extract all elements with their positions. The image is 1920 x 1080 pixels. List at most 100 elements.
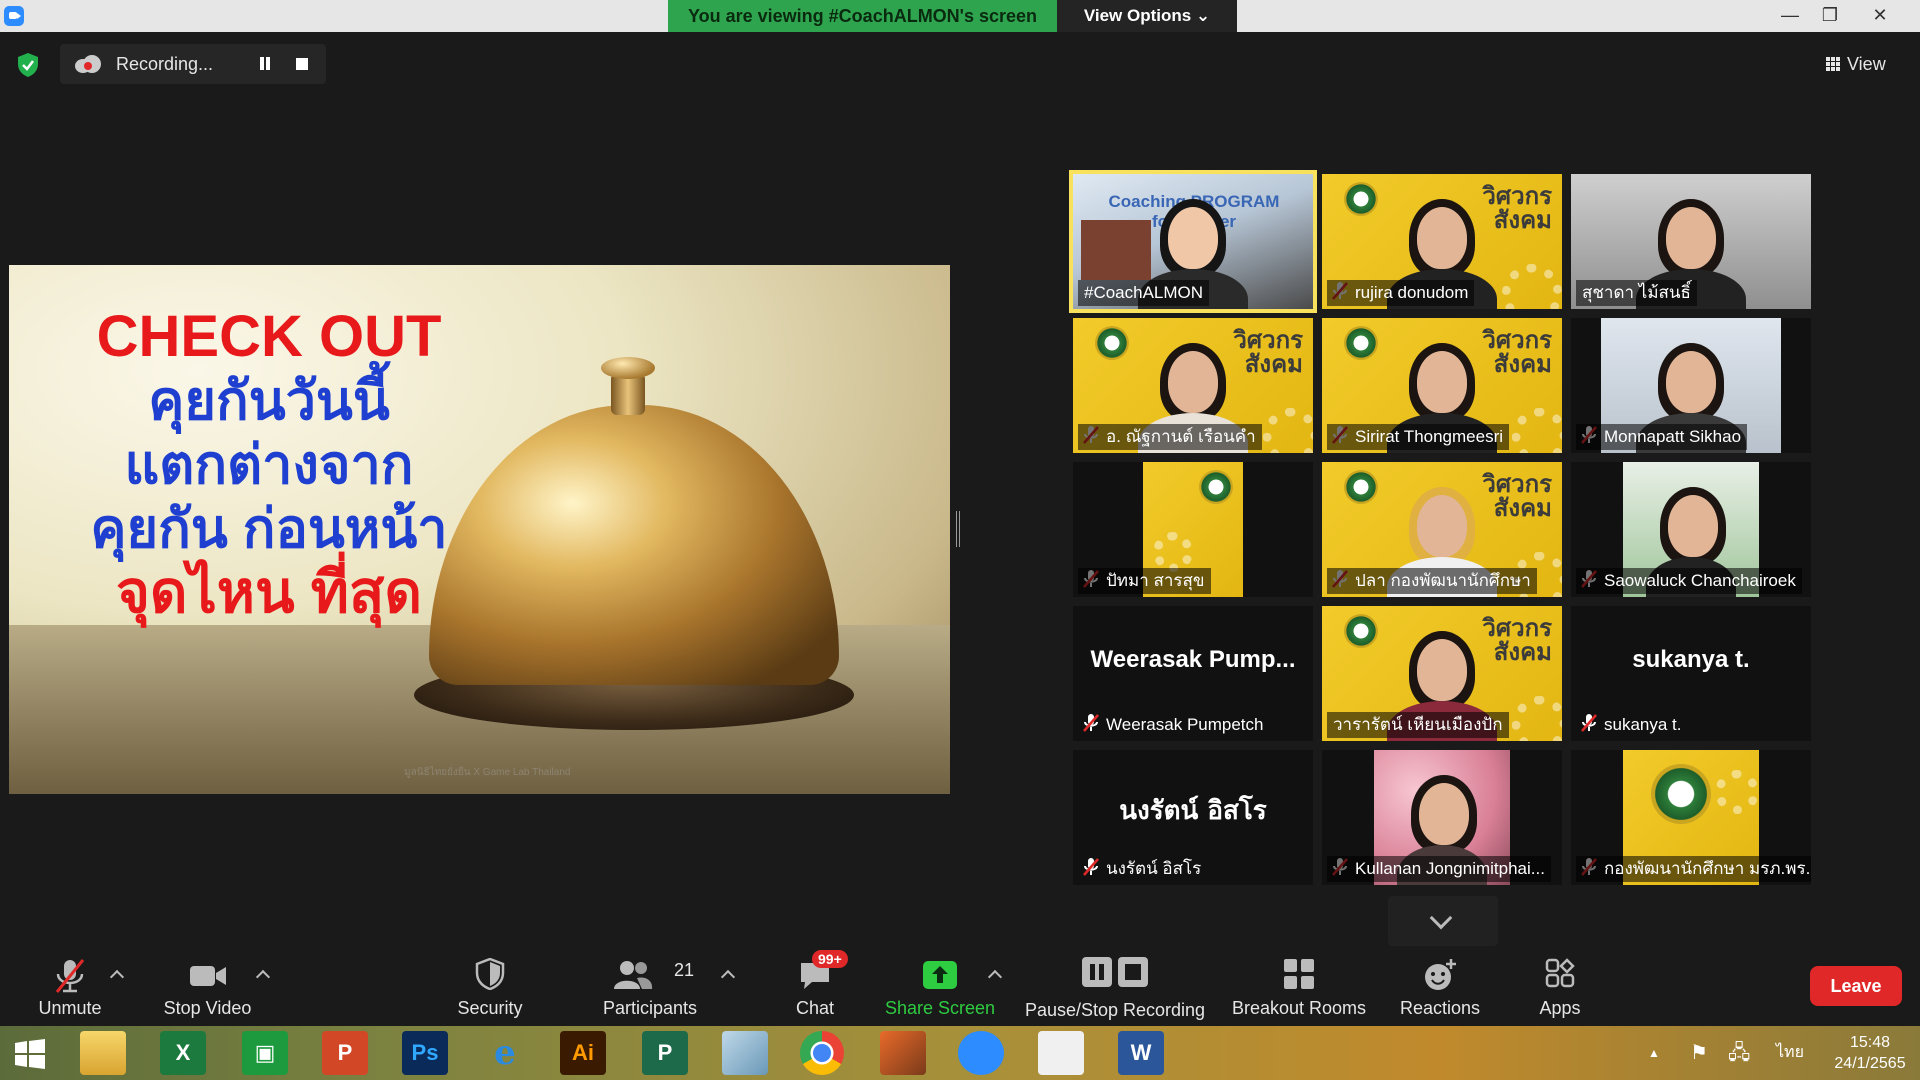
video-tile-kullanan[interactable]: Kullanan Jongnimitphai...	[1322, 750, 1562, 885]
excel-icon[interactable]: X	[160, 1031, 206, 1075]
video-tile-nattakarn[interactable]: วิศวกรสังคม อ. ณัฐกานต์ เรือนคำ	[1073, 318, 1313, 453]
windows-start-icon[interactable]	[14, 1038, 46, 1070]
system-clock[interactable]: 15:48 24/1/2565	[1830, 1032, 1910, 1074]
apps-label: Apps	[1539, 998, 1581, 1018]
meeting-toolbar: Unmute Stop Video Security Participants …	[0, 946, 1920, 1026]
video-tile-sirirat[interactable]: วิศวกรสังคม Sirirat Thongmeesri	[1322, 318, 1562, 453]
paint-app-icon[interactable]	[880, 1031, 926, 1075]
slide-text: CHECK OUT คุยกันวันนี้ แตกต่างจาก คุยกัน…	[59, 305, 479, 625]
notification-flag-icon[interactable]: ⚑	[1690, 1026, 1708, 1080]
tile-name: วารารัตน์ เหียนเมืองปัก	[1327, 712, 1509, 738]
university-seal-icon	[1344, 182, 1378, 216]
file-explorer-icon[interactable]	[80, 1031, 126, 1075]
language-indicator[interactable]: ไทย	[1776, 1026, 1804, 1080]
restore-button[interactable]: ❐	[1810, 0, 1850, 30]
share-screen-icon	[923, 961, 957, 989]
notes-app-icon[interactable]	[722, 1031, 768, 1075]
video-tile-suchada[interactable]: สุชาดา ไม้สนธิ์	[1571, 174, 1811, 309]
video-tile-pla[interactable]: วิศวกรสังคม ปลา กองพัฒนานักศึกษา	[1322, 462, 1562, 597]
breakout-rooms-button[interactable]: Breakout Rooms	[1228, 946, 1370, 1026]
video-tile-rujira[interactable]: วิศวกรสังคม rujira donudom	[1322, 174, 1562, 309]
video-tile-monnapatt[interactable]: Monnapatt Sikhao	[1571, 318, 1811, 453]
powerpoint-icon[interactable]: P	[322, 1031, 368, 1075]
view-label: View	[1847, 54, 1886, 74]
university-seal-icon	[1344, 614, 1378, 648]
breakout-rooms-label: Breakout Rooms	[1231, 998, 1367, 1018]
video-tile-wararat[interactable]: วิศวกรสังคม วารารัตน์ เหียนเมืองปัก	[1322, 606, 1562, 741]
gear-icon	[1153, 532, 1193, 572]
leave-button[interactable]: Leave	[1810, 966, 1902, 1006]
encryption-shield-icon[interactable]	[16, 52, 40, 78]
word-icon[interactable]: W	[1118, 1031, 1164, 1075]
minimize-button[interactable]: —	[1770, 0, 1810, 30]
participants-button[interactable]: Participants	[595, 946, 705, 1026]
tile-name: Monnapatt Sikhao	[1576, 424, 1748, 450]
tile-big-name: Weerasak Pump...	[1090, 646, 1296, 673]
zoom-taskbar-icon[interactable]	[958, 1031, 1004, 1075]
bell-knob	[601, 357, 655, 379]
video-tile-pattama[interactable]: ปัทมา สารสุข	[1073, 462, 1313, 597]
university-seal-icon	[1344, 470, 1378, 504]
video-tile-student-affairs[interactable]: กองพัฒนานักศึกษา มรภ.พร...	[1571, 750, 1811, 885]
bell-stem	[611, 373, 645, 415]
tile-name: sukanya t.	[1604, 715, 1682, 734]
clock-time: 15:48	[1849, 1034, 1891, 1051]
gallery-scroll-down-button[interactable]	[1388, 896, 1498, 946]
close-button[interactable]: ✕	[1860, 0, 1900, 30]
tile-name: Kullanan Jongnimitphai...	[1327, 856, 1551, 882]
view-options-button[interactable]: View Options ⌄	[1057, 0, 1237, 32]
video-tile-nongrat[interactable]: นงรัตน์ อิสโร นงรัตน์ อิสโร	[1073, 750, 1313, 885]
video-tile-coachalmon[interactable]: Coaching PROGRAM for Trainer #CoachALMON	[1069, 170, 1317, 313]
slide-line-3: แตกต่างจาก	[124, 435, 414, 495]
tile-name: สุชาดา ไม้สนธิ์	[1576, 280, 1697, 306]
view-button[interactable]: View	[1826, 46, 1906, 82]
pause-recording-icon[interactable]	[256, 55, 274, 73]
security-label: Security	[457, 998, 523, 1018]
viewing-banner: You are viewing #CoachALMON's screen	[668, 0, 1057, 32]
photoshop-icon[interactable]: Ps	[402, 1031, 448, 1075]
split-divider-handle[interactable]	[956, 511, 960, 547]
project-icon[interactable]: P	[642, 1031, 688, 1075]
network-icon[interactable]: 🖧	[1728, 1026, 1750, 1080]
chat-unread-badge: 99+	[812, 950, 848, 968]
participants-caret-icon[interactable]	[720, 969, 736, 985]
tile-name: rujira donudom	[1327, 280, 1475, 306]
tray-expand-icon[interactable]: ▲	[1648, 1026, 1660, 1080]
tile-name: Saowaluck Chanchairoek	[1576, 568, 1802, 594]
tile-name: Weerasak Pumpetch	[1106, 715, 1264, 734]
cloud-recording-icon	[75, 55, 101, 73]
university-seal-icon	[1651, 764, 1711, 824]
apps-button[interactable]: Apps	[1510, 946, 1610, 1026]
slide-line-5: จุดไหน ที่สุด	[115, 560, 423, 625]
video-tile-sukanya[interactable]: sukanya t. sukanya t.	[1571, 606, 1811, 741]
store-icon[interactable]: ▣	[242, 1031, 288, 1075]
pause-stop-recording-button[interactable]: Pause/Stop Recording	[1020, 946, 1210, 1026]
office-app-icon[interactable]	[1038, 1031, 1084, 1075]
video-tile-saowaluck[interactable]: Saowaluck Chanchairoek	[1571, 462, 1811, 597]
recording-indicator: Recording...	[60, 44, 326, 84]
recording-label: Recording...	[116, 54, 214, 74]
university-seal-icon	[1344, 326, 1378, 360]
tile-name: ปัทมา สารสุข	[1078, 568, 1211, 594]
tile-name: ปลา กองพัฒนานักศึกษา	[1327, 568, 1537, 594]
video-tile-weerasak[interactable]: Weerasak Pump... Weerasak Pumpetch	[1073, 606, 1313, 741]
slide-credit: มูลนิธิไทยยั่งยืน X Game Lab Thailand	[404, 767, 571, 778]
participants-count: 21	[674, 960, 695, 980]
unmute-button[interactable]: Unmute	[20, 946, 120, 1026]
participants-label: Participants	[602, 998, 698, 1018]
illustrator-icon[interactable]: Ai	[560, 1031, 606, 1075]
stop-recording-icon[interactable]	[296, 58, 308, 70]
security-button[interactable]: Security	[445, 946, 535, 1026]
slide-line-2: คุยกันวันนี้	[148, 371, 390, 431]
reactions-button[interactable]: Reactions	[1390, 946, 1490, 1026]
internet-explorer-icon[interactable]: e	[482, 1031, 528, 1075]
chrome-icon[interactable]	[800, 1031, 844, 1075]
share-screen-button[interactable]: Share Screen	[880, 946, 1000, 1026]
tile-name: #CoachALMON	[1078, 280, 1210, 306]
video-camera-icon	[189, 966, 226, 986]
service-bell-image	[429, 405, 839, 685]
stop-video-button[interactable]: Stop Video	[155, 946, 260, 1026]
apps-icon	[1545, 958, 1575, 988]
chat-label: Chat	[795, 998, 835, 1018]
university-seal-icon	[1095, 326, 1129, 360]
